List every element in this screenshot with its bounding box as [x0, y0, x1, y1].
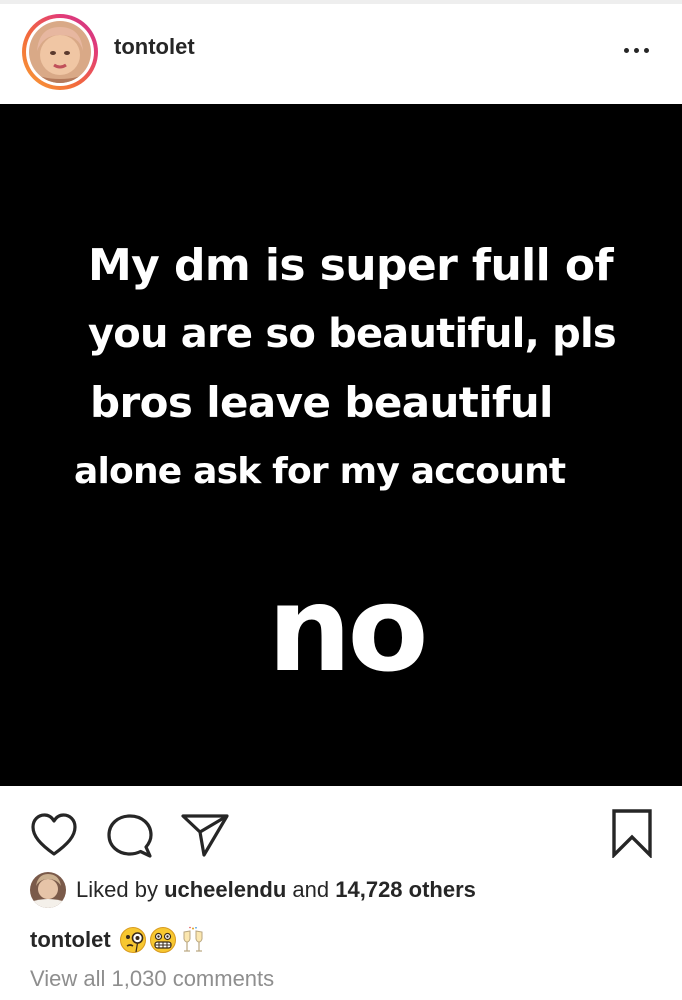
caption-row: tontolet — [30, 922, 209, 958]
image-text-line: My dm is super full of — [88, 240, 614, 291]
liker-avatar[interactable] — [30, 872, 66, 908]
clinking-glasses-emoji — [183, 926, 203, 952]
image-text-line: alone ask for my account — [74, 451, 566, 492]
likes-prefix: Liked by — [76, 877, 165, 902]
image-text-line: you are so beautiful, pls — [88, 311, 617, 357]
heart-icon[interactable] — [30, 812, 78, 858]
grimacing-face-emoji — [149, 927, 176, 953]
caption-username[interactable]: tontolet — [30, 927, 111, 953]
post-username[interactable]: tontolet — [114, 34, 195, 60]
more-options-icon[interactable] — [616, 36, 656, 64]
likes-text: Liked by ucheelendu and 14,728 others — [76, 877, 476, 903]
post-image[interactable]: My dm is super full of you are so beauti… — [0, 104, 682, 786]
avatar[interactable] — [29, 21, 91, 83]
avatar-gap — [26, 18, 94, 86]
dot — [633, 47, 639, 53]
dot — [623, 47, 629, 53]
likes-count[interactable]: 14,728 others — [335, 877, 476, 902]
liked-by-username[interactable]: ucheelendu — [164, 877, 286, 902]
image-big-text: no — [267, 560, 428, 698]
story-ring[interactable] — [22, 14, 98, 90]
bookmark-icon[interactable] — [610, 808, 654, 858]
view-all-comments-link[interactable]: View all 1,030 comments — [30, 966, 274, 992]
post-header: tontolet — [0, 4, 682, 104]
dot — [643, 47, 649, 53]
image-text-line: bros leave beautiful — [90, 378, 553, 427]
comment-bubble-icon[interactable] — [106, 812, 154, 860]
paper-plane-icon[interactable] — [180, 812, 230, 858]
monocle-face-emoji — [119, 927, 146, 953]
likes-row: Liked by ucheelendu and 14,728 others — [30, 870, 476, 910]
likes-middle: and — [286, 877, 336, 902]
